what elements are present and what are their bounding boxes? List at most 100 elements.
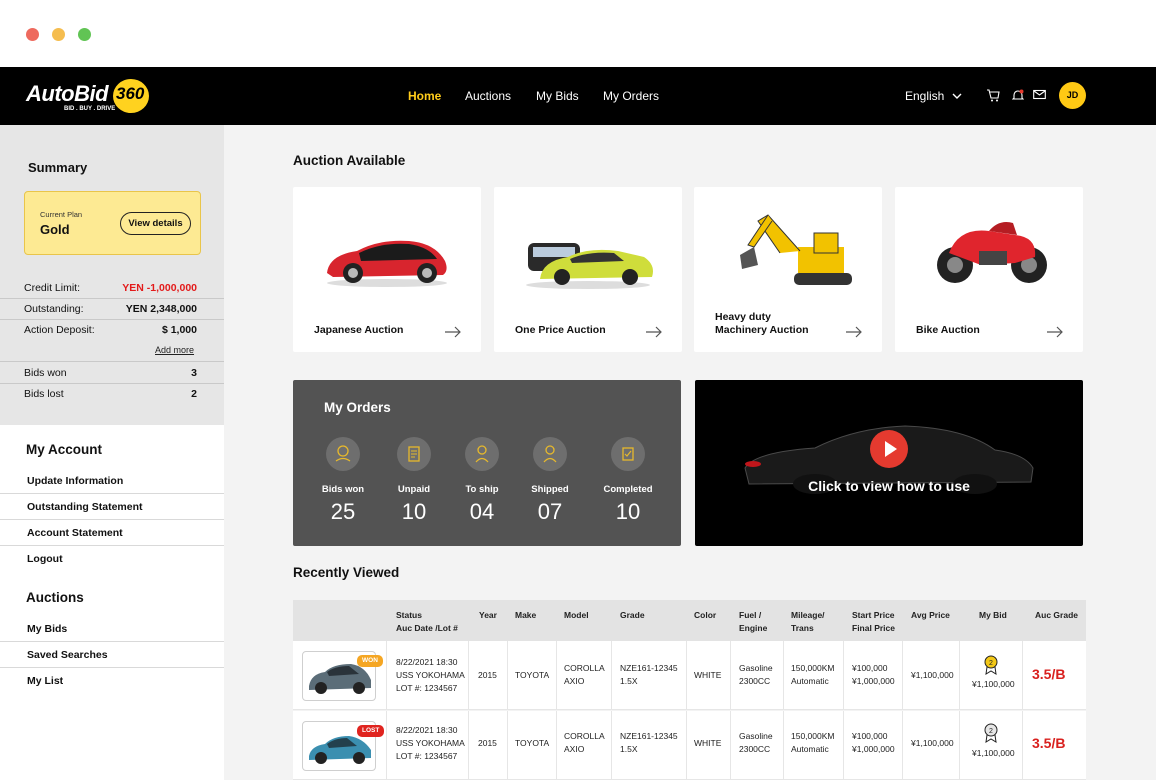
- mileage-cell: 150,000KM Automatic: [791, 731, 835, 754]
- medal-rank: 2: [989, 728, 993, 735]
- credit-limit-row: Credit Limit: YEN -1,000,000: [0, 278, 224, 299]
- nav-my-bids[interactable]: My Bids: [536, 89, 579, 103]
- divider: [0, 667, 224, 668]
- nav-my-orders[interactable]: My Orders: [603, 89, 659, 103]
- th-my-bid: My Bid: [979, 610, 1007, 620]
- mail-icon[interactable]: [1033, 89, 1046, 100]
- logo-text: AutoBid: [26, 81, 109, 106]
- table-row[interactable]: WON 8/22/2021 18:30 USS YOKOHAMA LOT #: 12…: [293, 641, 1086, 710]
- nav-auctions[interactable]: Auctions: [465, 89, 511, 103]
- arrow-right-icon: [846, 326, 862, 338]
- fuel-cell: Gasoline 2300CC: [739, 731, 773, 754]
- view-details-button[interactable]: View details: [120, 212, 191, 235]
- saved-searches-link[interactable]: Saved Searches: [27, 649, 108, 661]
- bike-auction-card[interactable]: Bike Auction: [895, 187, 1083, 352]
- th-color: Color: [694, 610, 717, 620]
- update-information-link[interactable]: Update Information: [27, 475, 123, 487]
- table-header: Status Auc Date /Lot # Year Make Model Gr…: [293, 600, 1086, 641]
- cart-icon[interactable]: [986, 89, 1000, 102]
- invoice-icon: [397, 437, 431, 471]
- order-count: 10: [615, 499, 641, 524]
- divider: [902, 711, 903, 780]
- how-to-use-video[interactable]: Click to view how to use: [695, 380, 1083, 546]
- summary-panel: Summary Current Plan Gold View details C…: [0, 125, 224, 425]
- outstanding-statement-link[interactable]: Outstanding Statement: [27, 501, 143, 513]
- account-statement-link[interactable]: Account Statement: [27, 527, 123, 539]
- minimize-window-button[interactable]: [52, 28, 65, 41]
- one-price-auction-label: One Price Auction: [515, 324, 606, 336]
- bids-won-icon: [326, 437, 360, 471]
- mileage-cell: 150,000KM Automatic: [791, 663, 835, 686]
- add-more-link[interactable]: Add more: [155, 345, 194, 355]
- divider: [0, 519, 224, 520]
- divider: [686, 711, 687, 780]
- cars-group-icon: [526, 243, 653, 289]
- japanese-auction-label: Japanese Auction: [314, 324, 404, 336]
- sidebar-my-bids-link[interactable]: My Bids: [27, 623, 67, 635]
- logout-link[interactable]: Logout: [27, 553, 63, 565]
- logo-360: 360: [116, 84, 145, 103]
- heavy-machinery-auction-card[interactable]: Heavy duty Machinery Auction: [694, 187, 882, 352]
- order-label: Completed: [603, 484, 653, 495]
- to-ship-icon: [465, 437, 499, 471]
- th-avg-price: Avg Price: [911, 610, 950, 620]
- close-window-button[interactable]: [26, 28, 39, 41]
- th-start-price: Start Price Final Price: [852, 610, 895, 633]
- play-icon: [885, 441, 897, 457]
- language-selector[interactable]: English: [905, 89, 962, 103]
- th-grade: Grade: [620, 610, 645, 620]
- silver-medal-icon: 2: [984, 723, 998, 743]
- bids-won-row: Bids won 3: [0, 363, 224, 384]
- th-model: Model: [564, 610, 589, 620]
- grade-cell: NZE161-12345 1.5X: [620, 663, 678, 686]
- plan-label: Current Plan: [40, 210, 83, 219]
- outstanding-label: Outstanding:: [24, 303, 84, 315]
- avatar[interactable]: JD: [1059, 82, 1086, 109]
- th-mileage: Mileage/Trans: [791, 610, 825, 633]
- video-label: Click to view how to use: [808, 478, 970, 494]
- outstanding-value: YEN 2,348,000: [125, 303, 197, 315]
- order-shipped[interactable]: Shipped 07: [510, 437, 590, 525]
- bike-auction-label: Bike Auction: [916, 324, 980, 336]
- credit-limit-label: Credit Limit:: [24, 282, 81, 294]
- nav-home[interactable]: Home: [408, 89, 441, 103]
- completed-check-icon: [611, 437, 645, 471]
- make-cell: TOYOTA: [515, 670, 550, 680]
- divider: [783, 711, 784, 780]
- recently-viewed-title: Recently Viewed: [293, 565, 400, 580]
- play-button[interactable]: [870, 430, 908, 468]
- my-bid-cell: ¥1,100,000: [972, 748, 1015, 758]
- sidebar-menu: My Account Update Information Outstandin…: [0, 425, 224, 780]
- status-badge: LOST: [357, 725, 385, 737]
- order-bids-won[interactable]: Bids won 25: [303, 437, 383, 525]
- window-chrome: [0, 0, 1156, 67]
- main-content: Auction Available Japanese Auction One P…: [224, 125, 1156, 780]
- divider: [507, 641, 508, 710]
- order-completed[interactable]: Completed 10: [588, 437, 668, 525]
- bell-icon[interactable]: [1012, 89, 1024, 102]
- chevron-down-icon: [952, 93, 962, 99]
- bids-won-value: 3: [191, 367, 197, 379]
- avg-price-cell: ¥1,100,000: [911, 738, 954, 748]
- divider: [611, 641, 612, 710]
- divider: [611, 711, 612, 780]
- bids-lost-row: Bids lost 2: [0, 384, 224, 405]
- divider: [556, 641, 557, 710]
- my-list-link[interactable]: My List: [27, 675, 63, 687]
- auc-grade-cell: 3.5/B: [1032, 666, 1066, 682]
- gold-medal-icon: 2: [984, 655, 998, 675]
- japanese-auction-card[interactable]: Japanese Auction: [293, 187, 481, 352]
- divider: [0, 361, 224, 362]
- auc-date: 8/22/2021 18:30 USS YOKOHAMA LOT #: 123456…: [396, 657, 465, 693]
- divider: [843, 641, 844, 710]
- avg-price-cell: ¥1,100,000: [911, 670, 954, 680]
- one-price-auction-card[interactable]: One Price Auction: [494, 187, 682, 352]
- divider: [0, 493, 224, 494]
- divider: [386, 641, 387, 710]
- deposit-row: Action Deposit: $ 1,000: [0, 320, 224, 341]
- maximize-window-button[interactable]: [78, 28, 91, 41]
- auctions-heading: Auctions: [26, 590, 84, 605]
- divider: [1022, 641, 1023, 710]
- logo-tagline: BID . BUY . DRIVE: [64, 106, 116, 112]
- table-row[interactable]: LOST 8/22/2021 18:30 USS YOKOHAMA LOT #: 1…: [293, 711, 1086, 780]
